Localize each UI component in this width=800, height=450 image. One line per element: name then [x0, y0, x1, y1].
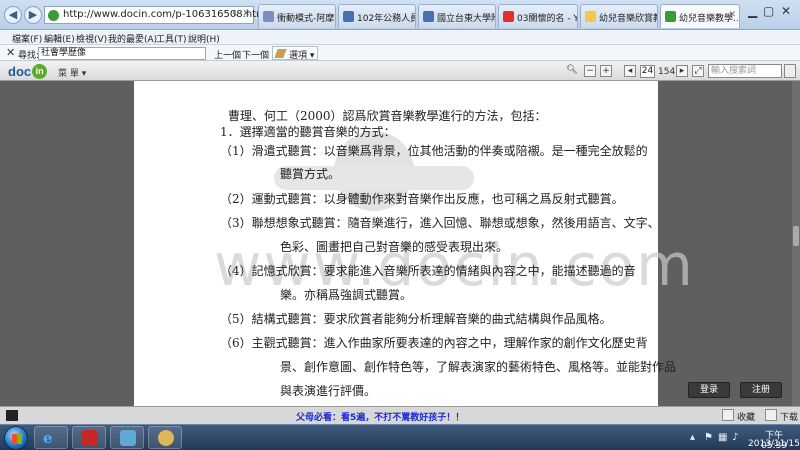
- taskbar-ie[interactable]: e: [34, 426, 68, 449]
- acrobat-icon: [82, 430, 98, 446]
- menu-tools[interactable]: 工具(T): [156, 32, 187, 45]
- maximize-icon[interactable]: ▢: [763, 4, 774, 18]
- menu-edit[interactable]: 編輯(E): [44, 32, 75, 45]
- viewer-menu-button[interactable]: 菜 單 ▾: [58, 66, 86, 79]
- menu-help[interactable]: 說明(H): [188, 32, 220, 45]
- doc-line: （4）記憶式欣賞：要求能進入音樂所表達的情緒與內容之中，能描述聽過的音: [220, 264, 636, 278]
- download-button[interactable]: 下载: [780, 410, 798, 423]
- tab-close-icon[interactable]: ✕: [728, 10, 736, 20]
- next-page-button[interactable]: ▸: [676, 65, 688, 77]
- start-button[interactable]: [4, 426, 28, 450]
- flag-tray-icon[interactable]: ⚑: [704, 432, 713, 443]
- minimize-icon[interactable]: ▁: [748, 4, 757, 18]
- address-bar[interactable]: http://www.docin.com/p-106316508.html ↻ …: [44, 6, 269, 24]
- docin-favicon-icon: [48, 10, 59, 21]
- tab-favicon-icon: [585, 11, 596, 22]
- network-tray-icon[interactable]: ▦: [718, 432, 727, 443]
- internet-explorer-icon: e: [43, 429, 53, 447]
- close-window-icon[interactable]: ✕: [781, 4, 791, 18]
- doc-line: （5）結構式聽賞：要求欣賞者能夠分析理解音樂的曲式結構與作品風格。: [220, 312, 612, 326]
- doc-line: 1．選擇適當的聽賞音樂的方式：: [220, 125, 396, 139]
- find-label: 尋找:: [18, 51, 40, 61]
- register-button[interactable]: 注册: [740, 382, 782, 398]
- login-button[interactable]: 登录: [688, 382, 730, 398]
- windows-logo-icon: [12, 434, 22, 444]
- browser-tab[interactable]: 衝動模式-阿摩書...: [258, 4, 336, 28]
- find-close-icon[interactable]: ✕: [6, 46, 15, 59]
- download-icon: [765, 409, 777, 421]
- browser-tab[interactable]: 102年公務人員特...: [338, 4, 416, 28]
- hand-cursor-icon: ☝: [628, 324, 636, 338]
- doc-line: 聽賞方式。: [280, 167, 341, 181]
- taskbar-app[interactable]: [110, 426, 144, 449]
- tab-favicon-icon: [665, 11, 676, 22]
- menu-bar: 檔案(F) 編輯(E) 檢視(V) 我的最愛(A) 工具(T) 說明(H): [0, 30, 800, 45]
- browser-tab[interactable]: 幼兒音樂欣賞教學...: [580, 4, 658, 28]
- prev-page-button[interactable]: ◂: [624, 65, 636, 77]
- taskbar-paint[interactable]: [148, 426, 182, 449]
- document-viewport[interactable]: www.docin.com 曹理、何工（2000）認爲欣賞音樂教學進行的方法，包…: [0, 81, 800, 406]
- clock-date[interactable]: 2013/11/15: [748, 439, 800, 449]
- viewer-bottom-bar: 父母必看：看5遍，不打不罵教好孩子！！ 收藏 下载: [0, 406, 800, 424]
- browser-tab[interactable]: 國立台東大學附設...: [418, 4, 496, 28]
- find-options-button[interactable]: 選項 ▾: [272, 46, 319, 61]
- volume-tray-icon[interactable]: ♪: [732, 432, 738, 443]
- doc-line: （6）主觀式聽賞：進入作曲家所要表達的內容之中，理解作家的創作文化歷史背: [220, 336, 648, 350]
- zoom-out-button[interactable]: −: [584, 65, 596, 77]
- tray-expand-icon[interactable]: ▴: [690, 432, 695, 443]
- doc-line: 色彩、圖畫把自己對音樂的感受表現出來。: [280, 240, 509, 254]
- browser-tab[interactable]: 03關懷的名 - You...: [498, 4, 578, 28]
- collapse-icon[interactable]: [6, 410, 18, 421]
- ad-marquee-link[interactable]: 父母必看：看5遍，不打不罵教好孩子！！: [296, 410, 464, 423]
- find-bar: ✕ 尋找: 社會學歷像 上一個 下一個 選項 ▾: [0, 45, 800, 61]
- scrollbar-thumb[interactable]: [793, 226, 799, 246]
- browser-tab-active[interactable]: 幼兒音樂教學... ✕: [660, 4, 740, 28]
- pencil-icon: [274, 49, 287, 58]
- viewport-scrollbar[interactable]: [792, 81, 800, 406]
- tab-favicon-icon: [343, 11, 354, 22]
- docin-logo[interactable]: doc in: [8, 64, 48, 79]
- favorite-button[interactable]: 收藏: [737, 410, 755, 423]
- youtube-icon: [503, 11, 514, 22]
- tab-favicon-icon: [263, 11, 274, 22]
- doc-line: （2）運動式聽賞：以身體動作來對音樂作出反應，也可稱之爲反射式聽賞。: [220, 192, 624, 206]
- tab-favicon-icon: [423, 11, 434, 22]
- forward-button[interactable]: ▶: [24, 6, 42, 24]
- doc-line: 曹理、何工（2000）認爲欣賞音樂教學進行的方法，包括：: [228, 109, 547, 123]
- zoom-search-icon[interactable]: 🔍︎: [566, 65, 578, 77]
- find-next-button[interactable]: 下一個: [242, 48, 269, 61]
- doc-line: （3）聯想想象式聽賞：隨音樂進行，進入回憶、聯想或想象，然後用語言、文字、: [220, 216, 660, 230]
- doc-search-button[interactable]: [784, 64, 796, 78]
- doc-line: 與表演進行評價。: [280, 384, 377, 398]
- zoom-in-button[interactable]: +: [600, 65, 612, 77]
- find-prev-button[interactable]: 上一個: [214, 48, 241, 61]
- page-total: 154: [658, 67, 676, 77]
- paint-icon: [158, 430, 174, 446]
- doc-search-input[interactable]: 輸入搜索詞: [708, 64, 782, 78]
- favorite-icon: [722, 409, 734, 421]
- doc-line: 樂。亦稱爲強調式聽賞。: [280, 288, 413, 302]
- fullscreen-icon[interactable]: ⤢: [692, 65, 704, 77]
- find-input[interactable]: 社會學歷像: [38, 47, 206, 60]
- doc-line: （1）滑遣式聽賞：以音樂爲背景，位其他活動的伴奏或陪襯。是一種完全放鬆的: [220, 144, 648, 158]
- viewer-toolbar: doc in 菜 單 ▾ 🔍︎ − + ◂ 24 154 ▸ ⤢ 輸入搜索詞: [0, 61, 800, 81]
- taskbar-acrobat[interactable]: [72, 426, 106, 449]
- app-window-icon: [120, 430, 136, 446]
- page-number-input[interactable]: 24: [640, 65, 655, 78]
- windows-taskbar: e ▴ ⚑ ▦ ♪ 下午 05:39 2013/11/15: [0, 424, 800, 450]
- back-button[interactable]: ◀: [4, 6, 22, 24]
- menu-view[interactable]: 檢視(V): [76, 32, 107, 45]
- browser-tab-bar: ◀ ▶ http://www.docin.com/p-106316508.htm…: [0, 0, 800, 30]
- refresh-icon[interactable]: ↻ ✕: [232, 9, 250, 19]
- menu-favorites[interactable]: 我的最愛(A): [108, 32, 157, 45]
- doc-line: 景、創作意圖、創作特色等，了解表演家的藝術特色、風格等。並能對作品: [280, 360, 677, 374]
- document-page: www.docin.com 曹理、何工（2000）認爲欣賞音樂教學進行的方法，包…: [134, 81, 693, 406]
- menu-file[interactable]: 檔案(F): [12, 32, 42, 45]
